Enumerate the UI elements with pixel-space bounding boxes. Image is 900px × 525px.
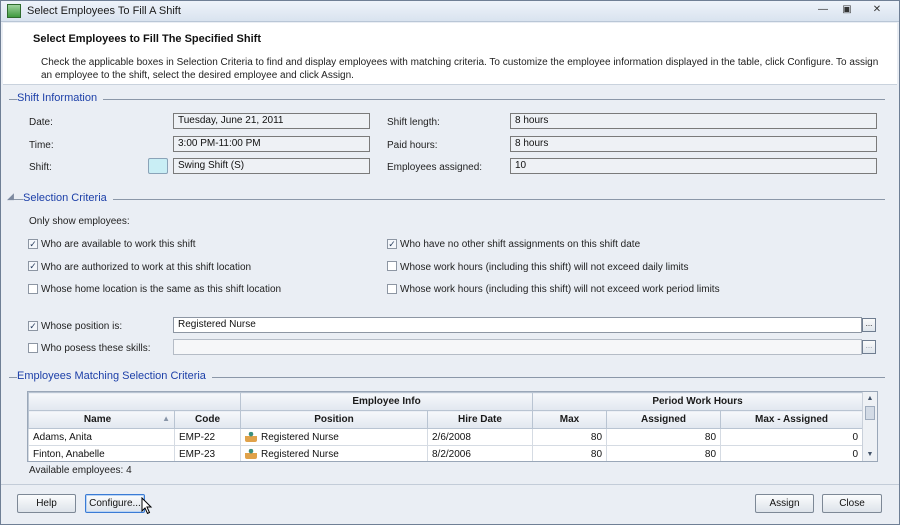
- shift-label: Shift:: [29, 162, 52, 173]
- time-label: Time:: [29, 140, 54, 151]
- title-bar: Select Employees To Fill A Shift — ▣ ✕: [1, 1, 899, 22]
- cell-remaining: 0: [720, 445, 864, 461]
- column-header-max-minus-assigned[interactable]: Max - Assigned: [720, 410, 864, 429]
- dialog-header: Select Employees to Fill The Specified S…: [3, 23, 897, 85]
- skills-browse-button[interactable]: ...: [862, 340, 876, 354]
- column-header-name-label: Name: [83, 414, 112, 425]
- cell-code: EMP-22: [174, 428, 241, 446]
- mouse-pointer-icon: [141, 497, 153, 515]
- window-title: Select Employees To Fill A Shift: [27, 5, 181, 17]
- daily-limits-checkbox[interactable]: [387, 261, 397, 271]
- close-icon[interactable]: ✕: [867, 4, 887, 18]
- available-employees-count: Available employees: 4: [29, 465, 132, 476]
- header-description: Check the applicable boxes in Selection …: [41, 57, 879, 81]
- cell-position: Registered Nurse: [240, 428, 428, 446]
- table-row[interactable]: Finton, Anabelle EMP-23 Registered Nurse…: [28, 445, 864, 461]
- results-heading: Employees Matching Selection Criteria: [17, 370, 212, 382]
- cell-max: 80: [532, 445, 608, 461]
- period-limits-checkbox[interactable]: [387, 284, 397, 294]
- authorized-checkbox[interactable]: ✓: [28, 261, 38, 271]
- position-checkbox-label: Whose position is:: [41, 321, 123, 332]
- section-divider: [9, 199, 885, 200]
- app-icon: [7, 4, 21, 18]
- shift-field: Swing Shift (S): [173, 158, 370, 174]
- sort-ascending-icon: ▲: [162, 414, 170, 423]
- cell-position-text: Registered Nurse: [261, 449, 339, 460]
- cell-max: 80: [532, 428, 608, 446]
- column-header-position[interactable]: Position: [240, 410, 428, 429]
- cell-code: EMP-23: [174, 445, 241, 461]
- results-section: Employees Matching Selection Criteria: [9, 370, 885, 384]
- date-label: Date:: [29, 117, 53, 128]
- cell-assigned: 80: [606, 445, 722, 461]
- cell-name: Adams, Anita: [28, 428, 175, 446]
- table-row[interactable]: Adams, Anita EMP-22 Registered Nurse 2/6…: [28, 428, 864, 446]
- period-limits-checkbox-label: Whose work hours (including this shift) …: [400, 284, 720, 295]
- restore-icon[interactable]: ▣: [837, 4, 857, 18]
- shift-length-label: Shift length:: [387, 117, 440, 128]
- no-other-shifts-checkbox[interactable]: ✓: [387, 239, 397, 249]
- position-input[interactable]: Registered Nurse: [173, 317, 862, 333]
- paid-hours-field: 8 hours: [510, 136, 877, 152]
- minimize-icon[interactable]: —: [813, 4, 833, 18]
- help-button[interactable]: Help: [17, 494, 76, 513]
- configure-button[interactable]: Configure...: [85, 494, 145, 513]
- shift-info-heading: Shift Information: [17, 92, 104, 104]
- authorized-checkbox-label: Who are authorized to work at this shift…: [41, 262, 252, 273]
- available-checkbox[interactable]: ✓: [28, 239, 38, 249]
- cell-position: Registered Nurse: [240, 445, 428, 461]
- selection-criteria-section: ◢ Selection Criteria: [7, 191, 885, 206]
- close-button[interactable]: Close: [822, 494, 882, 513]
- grid-group-header-empty: [28, 392, 241, 411]
- position-checkbox[interactable]: ✓: [28, 321, 38, 331]
- available-checkbox-label: Who are available to work this shift: [41, 239, 196, 250]
- only-show-label: Only show employees:: [29, 216, 130, 227]
- dialog-window: Select Employees To Fill A Shift — ▣ ✕ S…: [0, 0, 900, 525]
- paid-hours-label: Paid hours:: [387, 140, 438, 151]
- column-header-max[interactable]: Max: [532, 410, 608, 429]
- column-header-name[interactable]: Name ▲: [28, 410, 175, 429]
- shift-length-field: 8 hours: [510, 113, 877, 129]
- employees-assigned-field: 10: [510, 158, 877, 174]
- time-field: 3:00 PM-11:00 PM: [173, 136, 370, 152]
- grid-group-header-employee-info: Employee Info: [239, 392, 534, 411]
- selection-criteria-heading: Selection Criteria: [23, 192, 113, 204]
- home-location-checkbox-label: Whose home location is the same as this …: [41, 284, 282, 295]
- cell-hire-date: 8/2/2006: [426, 445, 534, 461]
- employees-grid[interactable]: Employee Info Period Work Hours Name ▲ Co…: [27, 391, 878, 462]
- skills-checkbox[interactable]: [28, 343, 38, 353]
- cell-remaining: 0: [720, 428, 864, 446]
- cell-name: Finton, Anabelle: [28, 445, 175, 461]
- scroll-up-icon[interactable]: ▲: [863, 392, 877, 405]
- no-other-shifts-checkbox-label: Who have no other shift assignments on t…: [400, 239, 641, 250]
- grid-vertical-scrollbar[interactable]: ▲ ▼: [862, 392, 877, 461]
- home-location-checkbox[interactable]: [28, 284, 38, 294]
- section-divider: [9, 99, 885, 100]
- cell-assigned: 80: [606, 428, 722, 446]
- scroll-thumb[interactable]: [865, 406, 875, 420]
- date-field: Tuesday, June 21, 2011: [173, 113, 370, 129]
- column-header-assigned[interactable]: Assigned: [606, 410, 722, 429]
- nurse-icon: [245, 448, 257, 459]
- skills-input[interactable]: [173, 339, 862, 355]
- header-title: Select Employees to Fill The Specified S…: [33, 33, 261, 45]
- nurse-icon: [245, 431, 257, 442]
- collapse-icon[interactable]: ◢: [7, 191, 14, 202]
- column-header-hire-date[interactable]: Hire Date: [426, 410, 534, 429]
- skills-checkbox-label: Who posess these skills:: [41, 343, 151, 354]
- column-header-code[interactable]: Code: [174, 410, 241, 429]
- assign-button[interactable]: Assign: [755, 494, 814, 513]
- cell-position-text: Registered Nurse: [261, 432, 339, 443]
- employees-assigned-label: Employees assigned:: [387, 162, 483, 173]
- shift-color-swatch: [148, 158, 168, 174]
- cell-hire-date: 2/6/2008: [426, 428, 534, 446]
- grid-group-header-period-hours: Period Work Hours: [532, 392, 864, 411]
- position-browse-button[interactable]: ...: [862, 318, 876, 332]
- daily-limits-checkbox-label: Whose work hours (including this shift) …: [400, 262, 689, 273]
- scroll-down-icon[interactable]: ▼: [863, 448, 877, 461]
- footer-divider: [1, 484, 899, 485]
- shift-info-section: Shift Information: [9, 92, 885, 106]
